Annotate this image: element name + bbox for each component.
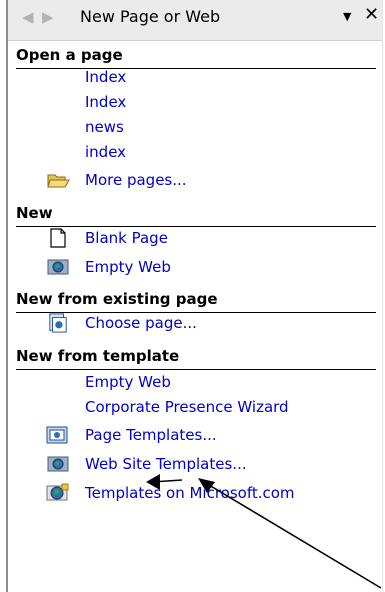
annotation-arrows	[146, 474, 382, 589]
annotation-arrow-long	[198, 478, 382, 589]
annotation-arrow-short	[146, 474, 183, 490]
